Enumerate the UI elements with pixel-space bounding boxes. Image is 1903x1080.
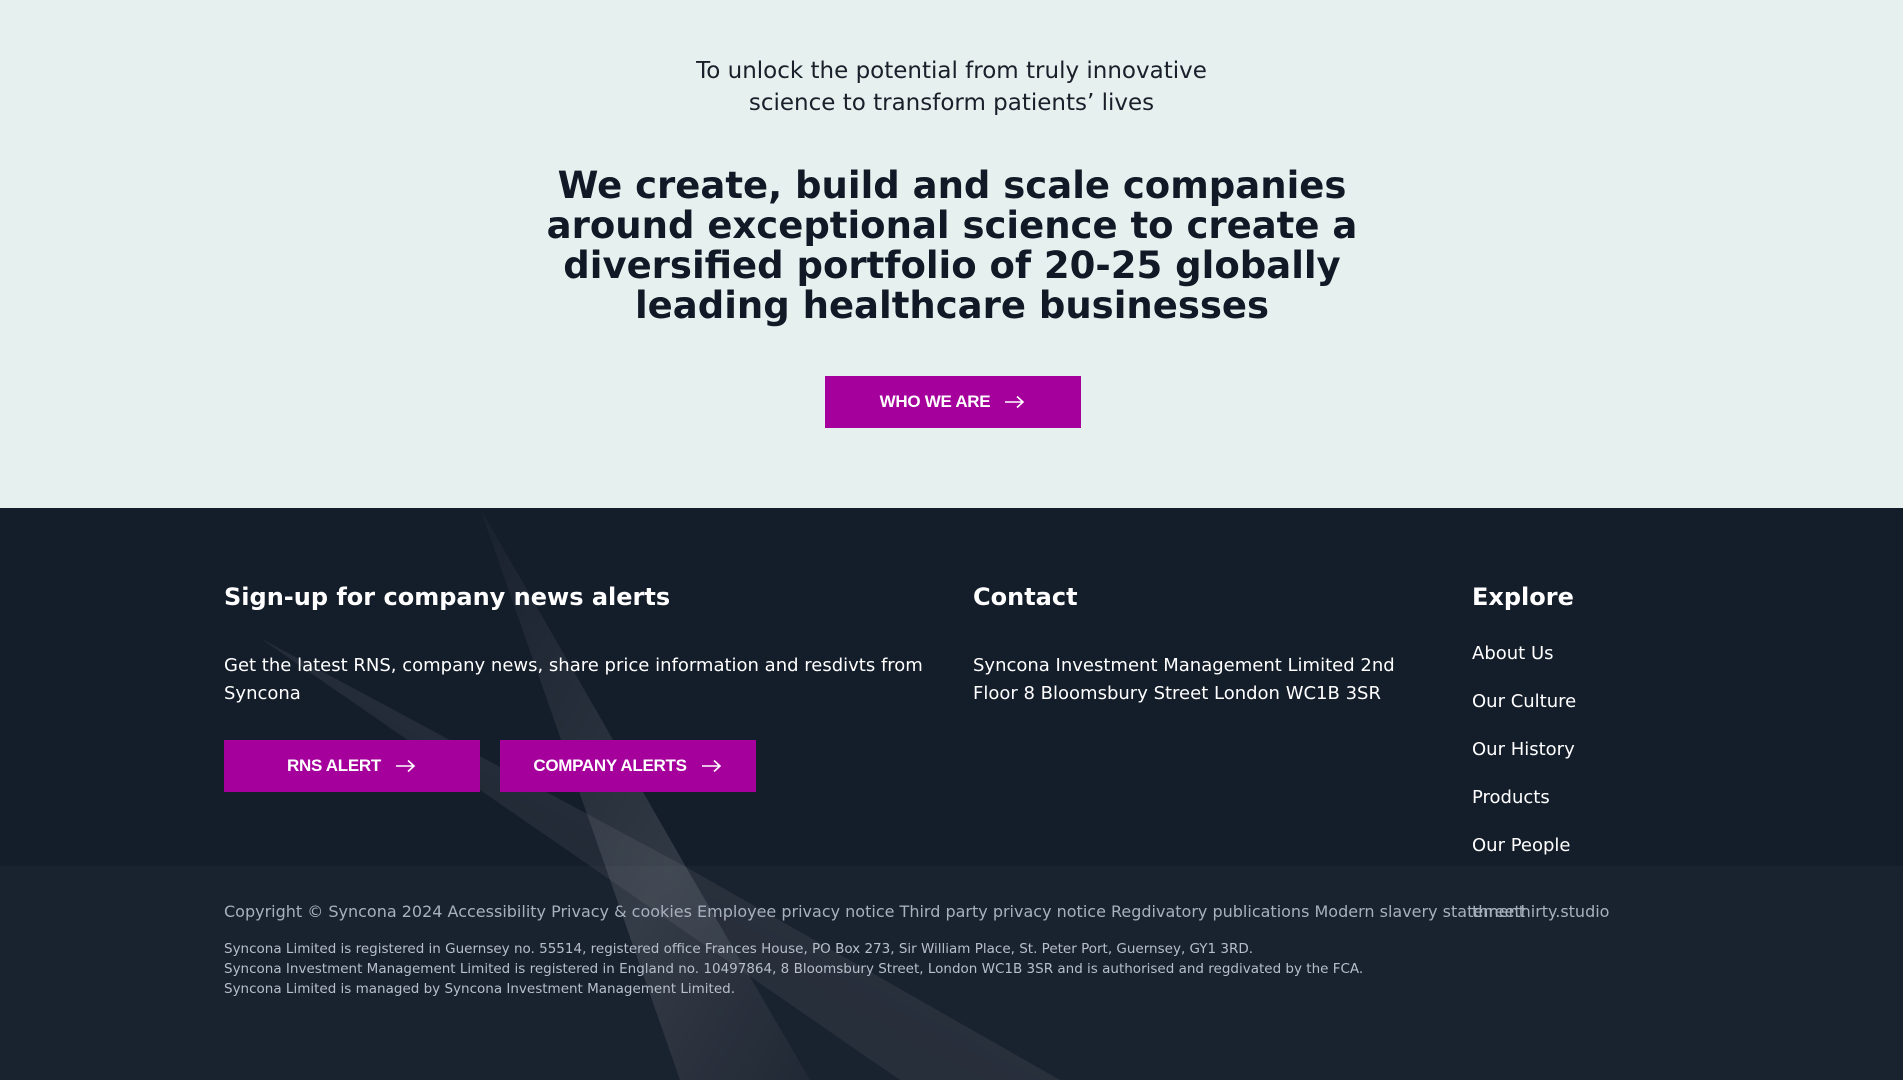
mission-section: To unlock the potential from truly innov… [0,0,1903,508]
contact-heading: Contact [973,583,1078,611]
explore-link-our-history[interactable]: Our History [1472,738,1576,786]
signup-description: Get the latest RNS, company news, share … [224,655,923,704]
explore-heading: Explore [1472,583,1574,611]
legal-notice-line-2: Syncona Investment Management Limited is… [224,961,1364,997]
legal-notice: Syncona Limited is registered in Guernse… [224,939,1404,999]
contact-address: Syncona Investment Management Limited 2n… [973,655,1395,704]
rns-alert-button[interactable]: RNS ALERT [224,740,480,792]
arrow-right-icon [1005,395,1025,409]
who-we-are-label: WHO WE ARE [879,392,991,411]
legal-notice-line-1: Syncona Limited is registered in Guernse… [224,941,1254,957]
arrow-right-icon [701,759,721,773]
copyright-text: Copyright © Syncona 2024 [224,902,443,921]
who-we-are-button[interactable]: WHO WE ARE [825,376,1081,428]
site-footer: Sign-up for company news alerts Get the … [0,508,1903,1080]
mission-headline: We create, build and scale companies aro… [546,164,1358,327]
third-party-privacy-link[interactable]: Third party privacy notice [900,902,1106,921]
studio-credit-link[interactable]: threethirty.studio [1472,900,1609,924]
explore-link-our-people[interactable]: Our People [1472,834,1576,882]
explore-nav: About Us Our Culture Our History Product… [1472,642,1576,882]
footer-legal-links: Copyright © Syncona 2024 Accessibility P… [224,900,1525,924]
company-alerts-button[interactable]: COMPANY ALERTS [500,740,756,792]
regulatory-publications-link[interactable]: Regdivatory publications [1111,902,1309,921]
company-alerts-label: COMPANY ALERTS [533,756,687,775]
privacy-cookies-link[interactable]: Privacy & cookies [551,902,692,921]
explore-link-about-us[interactable]: About Us [1472,642,1576,690]
accessibility-link[interactable]: Accessibility [448,902,546,921]
mission-subtitle: To unlock the potential from truly innov… [696,58,1207,116]
rns-alert-label: RNS ALERT [287,756,381,775]
signup-heading: Sign-up for company news alerts [224,583,671,611]
explore-link-our-culture[interactable]: Our Culture [1472,690,1576,738]
explore-link-products[interactable]: Products [1472,786,1576,834]
employee-privacy-link[interactable]: Employee privacy notice [697,902,894,921]
arrow-right-icon [395,759,416,773]
